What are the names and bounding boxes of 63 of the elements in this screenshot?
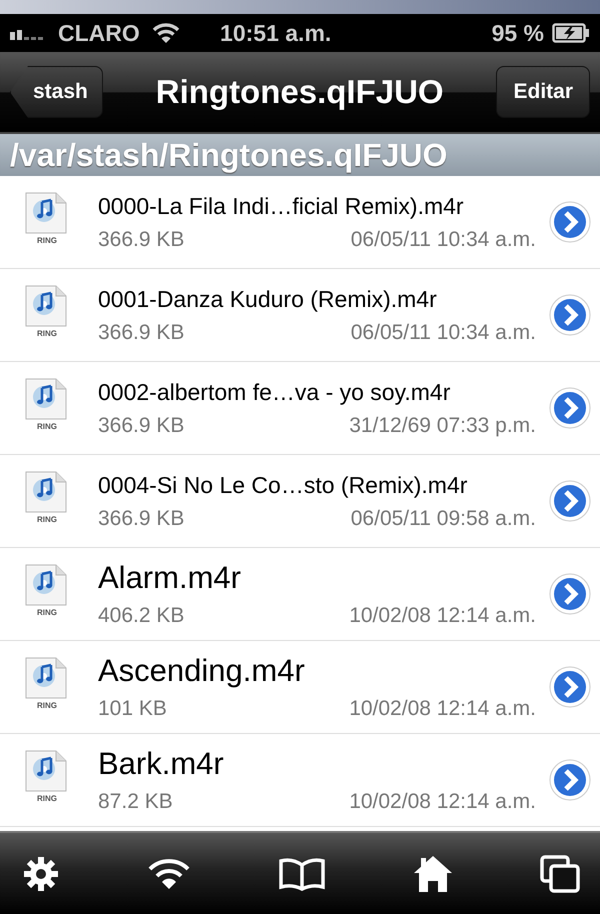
file-size: 366.9 KB (98, 506, 184, 530)
wifi-icon[interactable] (147, 856, 191, 890)
disclosure-button-icon[interactable] (548, 200, 592, 244)
file-size: 101 KB (98, 697, 167, 721)
file-type-label: RING (37, 422, 57, 431)
disclosure-button-icon[interactable] (548, 479, 592, 523)
book-icon[interactable] (278, 856, 326, 890)
home-icon[interactable] (413, 854, 453, 894)
file-type-label: RING (37, 236, 57, 245)
file-row[interactable]: RING Bark.m4r 87.2 KB 10/02/08 12:14 a.m. (0, 734, 600, 827)
file-row[interactable]: RING 0000-La Fila Indi…ficial Remix).m4r 366.9 KB 06/05/11 10:34 a.m. (0, 176, 600, 269)
file-name: Alarm.m4r (98, 560, 242, 596)
file-date: 31/12/69 07:33 p.m. (349, 414, 536, 438)
file-name: 0001-Danza Kuduro (Remix).m4r (98, 286, 438, 312)
file-type-label: RING (37, 515, 57, 524)
file-row[interactable]: RING Alarm.m4r 406.2 KB 10/02/08 12:14 a.m. (0, 548, 600, 641)
nav-title: Ringtones.qIFJUO (154, 73, 445, 111)
file-date: 06/05/11 10:34 a.m. (350, 228, 536, 252)
disclosure-button-icon[interactable] (548, 572, 592, 616)
file-date: 10/02/08 12:14 a.m. (349, 604, 536, 628)
windows-icon[interactable] (540, 854, 580, 892)
file-date: 06/05/11 09:58 a.m. (350, 506, 536, 530)
carrier-name: CLARO (58, 20, 140, 46)
edit-button[interactable]: Editar (496, 66, 590, 118)
file-name: Ascending.m4r (98, 653, 306, 689)
music-file-icon (24, 657, 68, 699)
disclosure-button-icon[interactable] (548, 758, 592, 802)
path-header: /var/stash/Ringtones.qIFJUO (0, 134, 600, 176)
file-name: 0000-La Fila Indi…ficial Remix).m4r (98, 192, 465, 220)
file-row[interactable]: RING Ascending.m4r 101 KB 10/02/08 12:14 a.m. (0, 641, 600, 734)
file-row[interactable]: RING 0001-Danza Kuduro (Remix).m4r 366.9 KB 06/05/11 10:34 a.m. (0, 269, 600, 362)
music-file-icon (24, 192, 68, 234)
file-row[interactable]: RING 0002-albertom fe…va - yo soy.m4r 366.9 KB 31/12/69 07:33 p.m. (0, 362, 600, 455)
file-name: 0002-albertom fe…va - yo soy.m4r (98, 378, 452, 406)
disclosure-button-icon[interactable] (548, 386, 592, 430)
back-button[interactable]: stash (10, 66, 103, 118)
file-size: 366.9 KB (98, 414, 184, 438)
file-type-label: RING (37, 608, 57, 617)
file-size: 87.2 KB (98, 790, 173, 814)
file-row[interactable]: RING 0004-Si No Le Co…sto (Remix).m4r 366.9 KB 06/05/11 09:58 a.m. (0, 455, 600, 548)
disclosure-button-icon[interactable] (548, 665, 592, 709)
music-file-icon (24, 471, 68, 513)
file-size: 406.2 KB (98, 604, 184, 628)
file-type-label: RING (37, 701, 57, 710)
file-date: 10/02/08 12:14 a.m. (349, 790, 536, 814)
battery-icon (552, 23, 590, 43)
file-type-label: RING (37, 329, 57, 338)
music-file-icon (24, 750, 68, 792)
music-file-icon (24, 564, 68, 606)
file-name: 0004-Si No Le Co…sto (Remix).m4r (98, 472, 468, 498)
file-name: Bark.m4r (98, 746, 225, 782)
settings-icon[interactable] (22, 854, 60, 892)
clock-time: 10:51 a.m. (219, 20, 332, 46)
file-type-label: RING (37, 794, 57, 803)
wifi-icon (152, 22, 180, 44)
file-date: 10/02/08 12:14 a.m. (349, 697, 536, 721)
battery-percent: 95 % (492, 20, 544, 46)
disclosure-button-icon[interactable] (548, 293, 592, 337)
file-date: 06/05/11 10:34 a.m. (350, 320, 536, 344)
music-file-icon (24, 285, 68, 327)
file-size: 366.9 KB (98, 320, 184, 344)
file-size: 366.9 KB (98, 228, 184, 252)
music-file-icon (24, 378, 68, 420)
